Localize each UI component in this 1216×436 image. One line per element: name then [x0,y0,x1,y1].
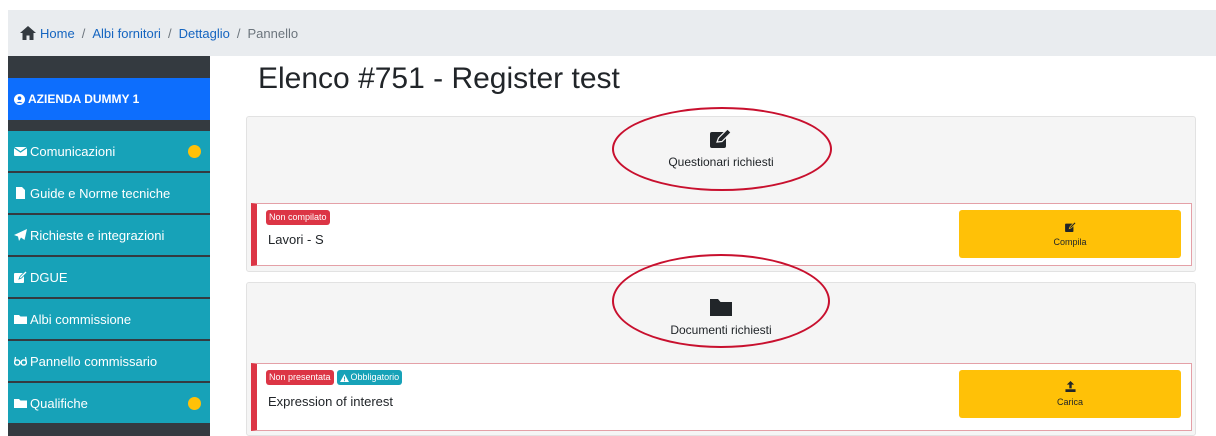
sidebar-menu: Comunicazioni Guide e Norme tecniche Ric… [8,131,210,425]
home-icon [20,26,36,40]
sidebar-item-label: Pannello commissario [30,353,158,369]
required-badge-label: Obbligatorio [350,372,400,382]
sidebar-item-guide[interactable]: Guide e Norme tecniche [8,173,210,213]
paper-plane-icon [14,229,27,241]
edit-icon [14,271,27,283]
sidebar-item-dgue[interactable]: DGUE [8,257,210,297]
sidebar-item-label: Guide e Norme tecniche [30,185,171,201]
edit-icon [1064,221,1076,232]
sidebar-item-label: Albi commissione [30,311,132,327]
badge-group: Non compilato [266,210,330,225]
documents-header: Documenti richiesti [247,297,1195,337]
badge-group: Non presentata Obbligatorio [266,370,403,385]
sidebar-item-richieste[interactable]: Richieste e integrazioni [8,215,210,255]
company-name: AZIENDA DUMMY 1 [28,92,140,106]
user-circle-icon [14,93,25,105]
questionnaire-row: Non compilato Lavori - S Compila [251,203,1192,266]
folder-icon [14,399,27,408]
breadcrumb-dettaglio-link[interactable]: Dettaglio [179,26,230,41]
warning-icon [339,373,349,382]
documents-heading: Documenti richiesti [670,323,772,337]
questionnaires-header: Questionari richiesti [247,129,1195,169]
notification-dot [188,397,201,410]
breadcrumb-separator: / [236,25,241,41]
status-badge: Non presentata [266,370,334,385]
sidebar-item-label: Qualifiche [30,395,88,411]
questionnaires-heading: Questionari richiesti [668,155,774,169]
upload-icon [1064,381,1076,392]
folder-icon [14,315,27,324]
compila-button[interactable]: Compila [959,210,1181,258]
folder-icon [710,299,732,316]
sidebar-item-comunicazioni[interactable]: Comunicazioni [8,131,210,171]
company-profile-link[interactable]: AZIENDA DUMMY 1 [8,78,210,120]
sidebar-item-label: DGUE [30,269,68,285]
breadcrumb-albi-fornitori-link[interactable]: Albi fornitori [92,26,161,41]
breadcrumb-separator: / [167,25,172,41]
questionnaire-label: Lavori - S [268,232,324,247]
sidebar-item-pannello-commissario[interactable]: Pannello commissario [8,341,210,381]
compila-label: Compila [1053,236,1087,247]
glasses-icon [14,356,27,366]
breadcrumb-home-link[interactable]: Home [40,26,75,41]
carica-label: Carica [1056,397,1083,407]
questionnaires-card: Questionari richiesti Non compilato Lavo… [246,116,1196,272]
breadcrumb-separator: / [81,25,86,41]
documents-card: Documenti richiesti Non presentata Obbli… [246,282,1196,436]
sidebar-item-albi-commissione[interactable]: Albi commissione [8,299,210,339]
sidebar-item-label: Richieste e integrazioni [30,227,165,243]
sidebar-item-qualifiche[interactable]: Qualifiche [8,383,210,423]
document-label: Expression of interest [268,394,394,409]
sidebar: AZIENDA DUMMY 1 Comunicazioni Guide e No… [8,56,210,436]
notification-dot [188,145,201,158]
sidebar-item-label: Comunicazioni [30,143,116,159]
status-badge: Non compilato [266,210,330,225]
document-row: Non presentata Obbligatorio Expression o… [251,363,1192,431]
page-title: Elenco #751 - Register test [258,62,620,95]
breadcrumb-current: Pannello [247,25,299,41]
breadcrumb: Home / Albi fornitori / Dettaglio / Pann… [8,10,1216,56]
envelope-icon [14,147,27,156]
required-badge: Obbligatorio [336,370,403,385]
carica-button[interactable]: Carica [959,370,1181,418]
file-icon [16,187,25,199]
edit-icon [710,129,732,148]
